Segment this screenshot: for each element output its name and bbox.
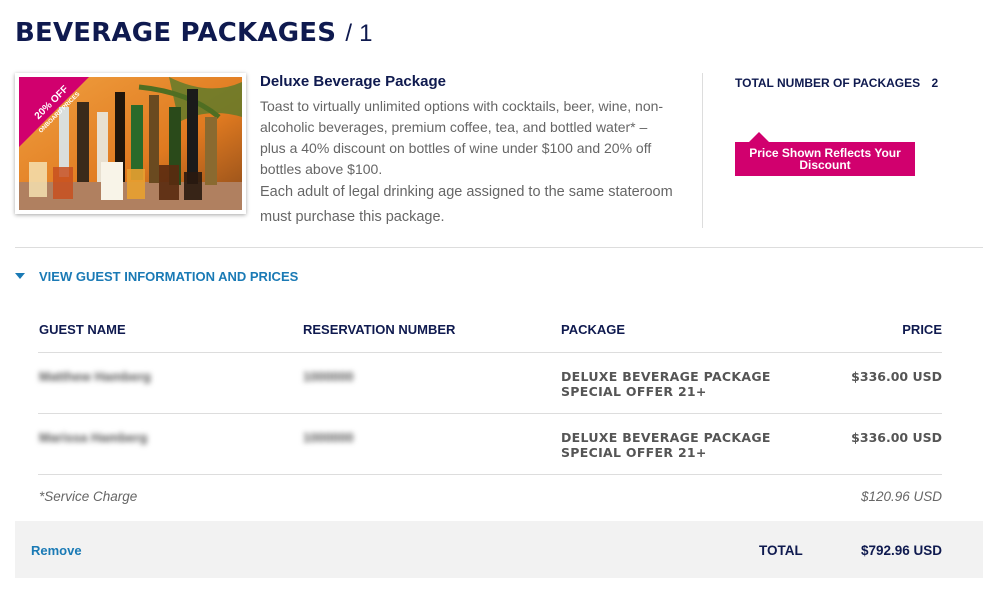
package-note: Each adult of legal drinking age assigne…	[260, 184, 673, 225]
reservation-number-1: 1000000	[303, 369, 354, 384]
row-divider	[38, 474, 942, 475]
row-divider	[38, 352, 942, 353]
guest-name-1: Matthew Hamberg	[39, 369, 151, 384]
total-label: TOTAL	[759, 543, 803, 558]
beverage-photo: 20% OFF ONBOARD PRICES	[19, 77, 242, 210]
column-header-package: PACKAGE	[561, 322, 626, 337]
price-cell-2: $336.00 USD	[851, 430, 942, 445]
total-amount: $792.96 USD	[860, 543, 942, 558]
package-cell-2: DELUXE BEVERAGE PACKAGE SPECIAL OFFER 21…	[561, 430, 771, 460]
total-packages: TOTAL NUMBER OF PACKAGES 2	[735, 76, 938, 90]
page-title: BEVERAGE PACKAGES / 1	[15, 18, 373, 48]
package-line2-1: SPECIAL OFFER 21+	[561, 384, 707, 399]
vertical-divider	[702, 73, 703, 228]
totals-footer: Remove TOTAL $792.96 USD	[15, 521, 983, 578]
discount-callout: Price Shown Reflects Your Discount	[735, 132, 915, 176]
row-divider	[38, 413, 942, 414]
caret-down-icon	[15, 272, 25, 279]
package-line2-2: SPECIAL OFFER 21+	[561, 445, 707, 460]
total-packages-value: 2	[931, 76, 939, 90]
package-name: Deluxe Beverage Package	[260, 73, 446, 90]
service-charge-label: *Service Charge	[39, 489, 138, 504]
page-title-text: BEVERAGE PACKAGES	[15, 18, 337, 48]
service-charge-amount: $120.96 USD	[860, 489, 942, 504]
package-cell-1: DELUXE BEVERAGE PACKAGE SPECIAL OFFER 21…	[561, 369, 771, 399]
package-image: 20% OFF ONBOARD PRICES	[15, 73, 246, 214]
price-cell-1: $336.00 USD	[851, 369, 942, 384]
total-packages-label: TOTAL NUMBER OF PACKAGES	[735, 76, 921, 90]
package-line1-2: DELUXE BEVERAGE PACKAGE	[561, 430, 771, 445]
column-header-guest: GUEST NAME	[39, 322, 126, 337]
view-guest-info-label: VIEW GUEST INFORMATION AND PRICES	[39, 269, 299, 284]
section-divider	[15, 247, 983, 248]
view-guest-info-toggle[interactable]: VIEW GUEST INFORMATION AND PRICES	[15, 269, 298, 284]
remove-link[interactable]: Remove	[31, 543, 82, 558]
column-header-reservation: RESERVATION NUMBER	[303, 322, 456, 337]
package-count: / 1	[345, 20, 373, 47]
package-description: Toast to virtually unlimited options wit…	[260, 98, 664, 177]
reservation-number-2: 1000000	[303, 430, 354, 445]
guest-name-2: Marissa Hamberg	[39, 430, 148, 445]
package-line1-1: DELUXE BEVERAGE PACKAGE	[561, 369, 771, 384]
column-header-price: PRICE	[902, 322, 942, 337]
